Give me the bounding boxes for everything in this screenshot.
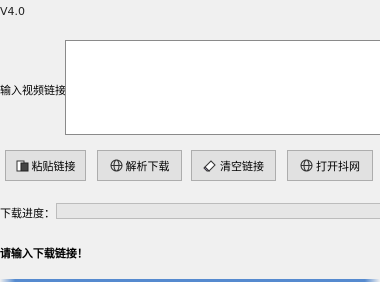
paste-icon (16, 159, 29, 172)
eraser-icon (203, 159, 217, 172)
download-progress-bar (56, 203, 380, 219)
window-title: V4.0 (0, 5, 26, 18)
globe-icon (110, 159, 123, 172)
status-text: 请输入下载链接！ (0, 247, 88, 260)
globe-icon (300, 159, 313, 172)
link-input-label: 输入视频链接 (0, 84, 66, 97)
parse-download-button-label: 解析下载 (125, 159, 170, 173)
open-douyin-button[interactable]: 打开抖网 (287, 150, 373, 181)
link-textarea[interactable] (65, 40, 380, 135)
progress-label: 下载进度： (0, 207, 55, 220)
open-douyin-button-label: 打开抖网 (316, 159, 360, 173)
paste-link-button-label: 粘贴链接 (31, 159, 76, 173)
clear-link-button[interactable]: 清空链接 (191, 150, 276, 181)
clear-link-button-label: 清空链接 (220, 159, 264, 173)
parse-download-button[interactable]: 解析下载 (97, 150, 182, 181)
paste-link-button[interactable]: 粘贴链接 (5, 150, 86, 181)
